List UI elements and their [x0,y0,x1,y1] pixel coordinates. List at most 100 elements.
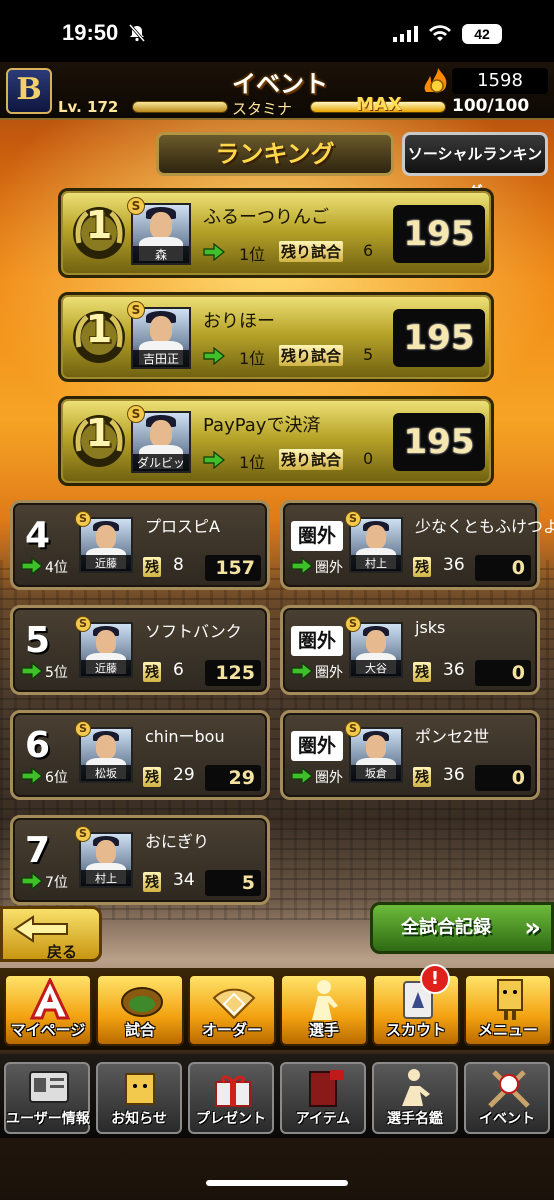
ranking-card-top[interactable]: 1 ダルビッシュ S PayPayで決済 1位残り試合 0 195 [58,396,494,486]
score: 0 [475,660,531,686]
nav-item[interactable]: アイテム [280,1062,366,1134]
score: 0 [475,765,531,791]
remaining-games-label: 残 [413,767,431,787]
score: 0 [475,555,531,581]
ranking-card[interactable]: 5 近藤 S ソフトバンク 5位 残 6 125 [10,605,270,695]
face [96,735,116,760]
out-of-rank-label: 圏外 [291,626,343,656]
field-icon [210,978,258,1022]
user-name: ポンセ2世 [415,727,490,746]
s-rank-badge: S [75,616,91,632]
face [149,211,173,239]
face [149,315,173,343]
remaining-games: 6 [173,660,184,680]
s-rank-badge: S [127,197,145,215]
remaining-games: 0 [363,449,374,468]
nav-field[interactable]: オーダー [188,974,276,1046]
s-rank-badge: S [345,511,361,527]
face [96,630,116,655]
nav-notice[interactable]: お知らせ [96,1062,182,1134]
player-name: 松坂 [81,765,131,781]
social-ranking-button[interactable]: ソーシャルランキング [402,132,548,201]
player-name: ダルビッシュ [133,453,189,471]
item-icon [300,1066,350,1110]
rank-number: 7 [25,830,51,871]
coin-count: 1598 [452,68,548,94]
user-name: おにぎり [145,832,210,851]
ranking-card[interactable]: 圏外村上S少なくともふけつより圏外残360 [280,500,554,590]
event-icon [484,1066,534,1110]
previous-rank: 7位 [45,875,68,891]
remaining-games: 8 [173,555,184,575]
previous-rank: 5位 [45,665,68,681]
remaining-games-label: 残 [413,557,431,577]
game-header: B イベント Lv. 172 スタミナ MAX 100/100 1598 [0,62,554,120]
user-info-icon [24,1066,74,1110]
nav-label: 試合 [124,1021,155,1039]
rank-number: 6 [25,725,51,766]
score: 125 [205,660,261,686]
nav-mypage[interactable]: マイページ [4,974,92,1046]
ranking-card[interactable]: 6 松坂 Schinーbou 6位 残 29 29 [10,710,270,800]
nav-player-book[interactable]: 選手名鑑 [372,1062,458,1134]
team-logo[interactable]: B [6,68,52,114]
previous-rank: 圏外 [315,560,343,576]
s-rank-badge: S [75,511,91,527]
remaining-games: 36 [443,660,465,680]
arrow-right-icon [203,242,225,262]
scout-notification-badge: ! [420,964,450,994]
nav-label: 選手名鑑 [387,1111,443,1127]
user-name: プロスピA [145,517,220,536]
remaining-games: 36 [443,555,465,575]
ranking-card[interactable]: 4 近藤 S プロスピA 4位 残 8 157 [10,500,270,590]
remaining-games-label: 残り試合 [279,241,344,262]
nav-event[interactable]: イベント [464,1062,550,1134]
user-name: chinーbou [145,727,225,746]
all-records-label: 全試合記録 [401,917,491,938]
back-button[interactable]: 戻る [0,906,102,962]
all-records-button[interactable]: 全試合記録 » [370,902,554,954]
remaining-games-label: 残 [143,872,161,892]
previous-rank: 圏外 [315,665,343,681]
arrow-right-icon [203,346,225,366]
face [366,630,386,655]
ranking-card[interactable]: 7 村上 S おにぎり 7位 残 34 5 [10,815,270,905]
previous-rank: 1位 [239,349,266,368]
out-of-rank-label: 圏外 [291,731,343,761]
nav-stadium[interactable]: 試合 [96,974,184,1046]
player-icon [302,978,350,1022]
arrow-right-icon [291,661,313,681]
nav-label: スカウト [385,1021,446,1039]
player-name: 近藤 [81,660,131,676]
rank-number: 1 [85,411,113,455]
ranking-card-top[interactable]: 1 吉田正 S おりほー 1位 残り試合 5 195 [58,292,494,382]
nav-player[interactable]: 選手 [280,974,368,1046]
ranking-card[interactable]: 圏外 大谷 Sjsks 圏外残 36 0 [280,605,540,695]
remaining-games: 5 [363,345,374,364]
arrow-right-icon [291,556,313,576]
ranking-card-top[interactable]: 1 森 S ふるーつりんご 1位 残り試合 6 195 [58,188,494,278]
nav-menu[interactable]: メニュー [464,974,552,1046]
score: 29 [205,765,261,791]
present-icon [208,1066,258,1110]
notice-icon [116,1066,166,1110]
nav-label: イベント [479,1111,535,1127]
ranking-card[interactable]: 圏外 坂倉 S ポンセ2世 圏外残 36 0 [280,710,540,800]
nav-present[interactable]: プレゼント [188,1062,274,1134]
stamina-label: スタミナ [232,100,293,118]
remaining-games-label: 残 [143,767,161,787]
nav-label: ユーザー情報 [6,1111,90,1127]
arrow-right-icon [21,766,43,786]
nav-label: オーダー [201,1021,262,1039]
player-book-icon [392,1066,442,1110]
remaining-games-label: 残 [413,662,431,682]
s-rank-badge: S [345,721,361,737]
remaining-games: 34 [173,870,195,890]
arrow-right-icon [21,871,43,891]
nav-user-info[interactable]: ユーザー情報 [4,1062,90,1134]
rank-number: 5 [25,620,51,661]
player-name: 坂倉 [351,765,401,781]
stadium-icon [118,978,166,1022]
player-name: 近藤 [81,555,131,571]
nav-label: お知らせ [111,1111,167,1127]
